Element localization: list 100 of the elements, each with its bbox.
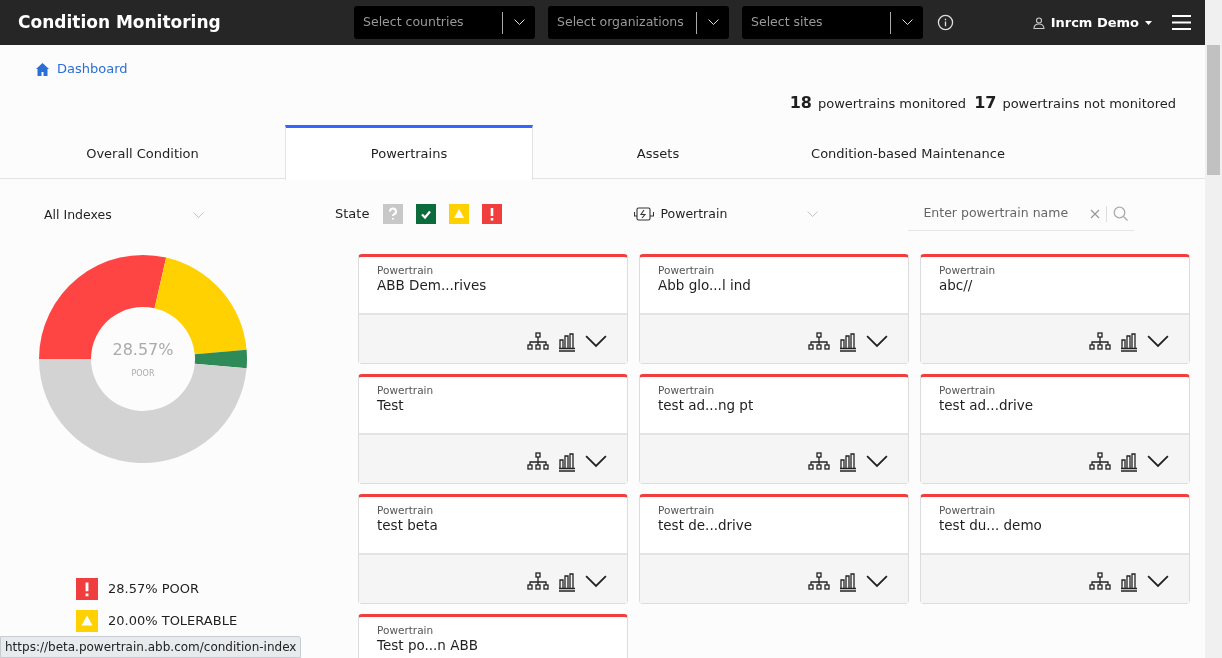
tab[interactable]: Overall Condition (0, 125, 285, 180)
filter-dropdown[interactable]: Select sites (742, 6, 923, 39)
hierarchy-icon[interactable] (1089, 452, 1111, 472)
card-title: test beta (377, 517, 439, 534)
hierarchy-icon[interactable] (1089, 332, 1111, 352)
caret-icon (1145, 20, 1152, 25)
poor-state-icon[interactable] (482, 204, 503, 224)
powertrain-card[interactable]: Powertrain test ad...ng pt (639, 374, 909, 484)
summary-count: 18 (789, 92, 812, 114)
summary-label: powertrains not monitored (1002, 95, 1176, 113)
home-icon (36, 62, 49, 76)
hierarchy-icon[interactable] (527, 452, 549, 472)
hierarchy-icon[interactable] (808, 332, 830, 352)
donut-center-value: 28.57% (112, 338, 174, 361)
expand-button[interactable] (585, 335, 607, 349)
chevron-down-icon (1147, 455, 1169, 469)
powertrain-card[interactable]: Powertrain test beta (358, 494, 628, 604)
card-title: test de...drive (658, 517, 754, 534)
card-type: Powertrain (939, 263, 997, 277)
expand-button[interactable] (1147, 575, 1169, 589)
expand-button[interactable] (1147, 335, 1169, 349)
summary-label: powertrains monitored (817, 95, 967, 113)
filter-dropdown[interactable]: Select organizations (548, 6, 729, 39)
hierarchy-icon[interactable] (808, 572, 830, 592)
bar-chart-icon[interactable] (1120, 332, 1138, 352)
expand-button[interactable] (866, 335, 888, 349)
menu-icon[interactable] (1172, 14, 1191, 31)
card-type: Powertrain (377, 263, 435, 277)
search-field[interactable]: Enter powertrain name (908, 197, 1135, 231)
index-dropdown[interactable]: All Indexes (44, 206, 204, 225)
powertrain-card[interactable]: Powertrain test du... demo (920, 494, 1190, 604)
chevron-down-icon (901, 19, 913, 26)
card-title: Abb glo...l ind (658, 277, 752, 294)
bar-chart-icon[interactable] (839, 572, 857, 592)
card-type: Powertrain (658, 503, 716, 517)
tab[interactable]: Assets (533, 125, 783, 180)
clear-icon[interactable] (1090, 208, 1101, 219)
bar-chart-icon[interactable] (558, 572, 576, 592)
bar-chart-icon[interactable] (839, 332, 857, 352)
info-icon[interactable] (937, 14, 954, 31)
expand-button[interactable] (866, 455, 888, 469)
poor-state-icon[interactable] (76, 577, 98, 600)
powertrain-card[interactable]: Powertrain test de...drive (639, 494, 909, 604)
expand-button[interactable] (866, 575, 888, 589)
chevron-down-icon (585, 575, 607, 589)
card-title: test ad...drive (939, 397, 1035, 414)
app-title: Condition Monitoring (18, 11, 221, 32)
filter-input[interactable]: Select sites (742, 13, 890, 32)
chevron-down-icon (866, 575, 888, 589)
legend-label: 20.00% TOLERABLE (108, 612, 238, 630)
powertrain-card[interactable]: Powertrain Abb glo...l ind (639, 254, 909, 364)
chevron-down-icon (707, 19, 719, 26)
card-title: test du... demo (939, 517, 1043, 534)
status-url: https://beta.powertrain.abb.com/condition-index (0, 636, 302, 658)
summary-count: 17 (974, 92, 997, 114)
expand-button[interactable] (585, 455, 607, 469)
powertrain-card[interactable]: Powertrain ABB Dem...rives (358, 254, 628, 364)
legend-label: 28.57% POOR (108, 580, 200, 598)
powertrain-card[interactable]: Powertrain Test (358, 374, 628, 484)
good-state-icon[interactable] (416, 204, 437, 224)
hierarchy-icon[interactable] (527, 572, 549, 592)
tab[interactable]: Condition-based Maintenance (783, 125, 1033, 180)
bar-chart-icon[interactable] (1120, 572, 1138, 592)
expand-button[interactable] (585, 575, 607, 589)
powertrain-card[interactable]: Powertrain test ad...drive (920, 374, 1190, 484)
card-title: ABB Dem...rives (377, 277, 488, 294)
card-type: Powertrain (939, 503, 997, 517)
hierarchy-icon[interactable] (1089, 572, 1111, 592)
card-type: Powertrain (939, 383, 997, 397)
card-title: test ad...ng pt (658, 397, 755, 414)
type-dropdown[interactable]: Powertrain (634, 204, 819, 224)
bar-chart-icon[interactable] (558, 332, 576, 352)
chevron-down-icon (1147, 335, 1169, 349)
bar-chart-icon[interactable] (558, 452, 576, 472)
chevron-down-icon (1147, 575, 1169, 589)
card-type: Powertrain (377, 623, 435, 637)
powertrain-card[interactable]: Powertrain abc// (920, 254, 1190, 364)
card-title: abc// (939, 277, 974, 294)
card-type: Powertrain (658, 383, 716, 397)
filter-dropdown[interactable]: Select countries (354, 6, 535, 39)
hierarchy-icon[interactable] (527, 332, 549, 352)
chevron-down-icon (585, 455, 607, 469)
user-menu[interactable]: Inrcm Demo (1032, 12, 1152, 33)
tab[interactable]: Powertrains (285, 125, 533, 180)
powertrain-card[interactable]: Powertrain Test po...n ABB (358, 614, 628, 658)
filter-input[interactable]: Select countries (354, 13, 502, 32)
chevron-down-icon (866, 455, 888, 469)
chevron-down-icon (585, 335, 607, 349)
bar-chart-icon[interactable] (839, 452, 857, 472)
search-input[interactable]: Enter powertrain name (908, 204, 1091, 223)
filter-input[interactable]: Select organizations (548, 13, 696, 32)
card-type: Powertrain (377, 503, 435, 517)
breadcrumb-link[interactable]: Dashboard (57, 59, 128, 79)
scrollbar[interactable] (1205, 0, 1222, 658)
bar-chart-icon[interactable] (1120, 452, 1138, 472)
expand-button[interactable] (1147, 455, 1169, 469)
hierarchy-icon[interactable] (808, 452, 830, 472)
scrollbar-thumb[interactable] (1207, 45, 1220, 175)
donut-center-label: POOR (131, 367, 155, 380)
card-title: Test po...n ABB (377, 637, 479, 654)
